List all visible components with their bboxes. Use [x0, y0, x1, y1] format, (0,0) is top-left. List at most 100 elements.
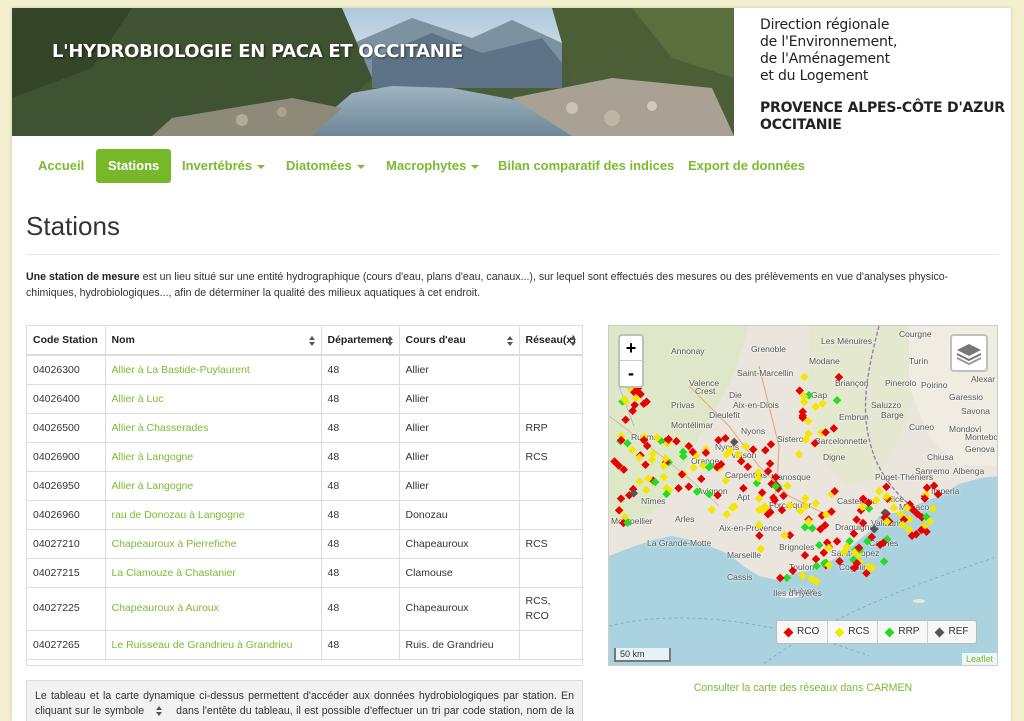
station-marker[interactable]	[777, 505, 787, 515]
station-marker[interactable]	[763, 467, 773, 476]
station-marker[interactable]	[729, 437, 739, 447]
header-code-station[interactable]: Code Station	[27, 326, 106, 356]
station-marker[interactable]	[922, 483, 932, 492]
legend-item-rrp[interactable]: RRP	[878, 621, 929, 643]
station-marker[interactable]	[869, 524, 879, 534]
station-marker[interactable]	[834, 372, 844, 382]
nav-bilan[interactable]: Bilan comparatif des indices	[498, 149, 674, 183]
station-link[interactable]: rau de Donozau à Langogne	[105, 500, 322, 530]
nav-export[interactable]: Export de données	[688, 149, 805, 183]
header-nom[interactable]: Nom	[105, 326, 322, 356]
station-marker[interactable]	[800, 551, 810, 560]
station-marker[interactable]	[616, 494, 626, 503]
station-marker[interactable]	[788, 566, 798, 575]
station-marker[interactable]	[871, 495, 881, 505]
station-marker[interactable]	[628, 445, 637, 455]
station-marker[interactable]	[801, 494, 810, 503]
zoom-out-button[interactable]: -	[620, 361, 642, 386]
station-marker[interactable]	[755, 531, 764, 540]
station-link[interactable]: Le Ruisseau de Grandrieu à Grandrieu	[105, 630, 322, 660]
station-link[interactable]: Allier à Luc	[105, 384, 322, 414]
station-marker[interactable]	[929, 481, 939, 491]
nav-accueil[interactable]: Accueil	[38, 149, 84, 183]
station-marker[interactable]	[722, 509, 731, 519]
station-marker[interactable]	[721, 476, 731, 485]
station-marker[interactable]	[832, 537, 842, 546]
station-marker[interactable]	[810, 439, 820, 448]
station-link[interactable]: Allier à La Bastide-Puylaurent	[105, 355, 322, 385]
station-marker[interactable]	[635, 477, 644, 486]
station-marker[interactable]	[783, 481, 792, 491]
station-marker[interactable]	[808, 523, 817, 533]
station-marker[interactable]	[882, 482, 891, 492]
station-marker[interactable]	[697, 474, 706, 484]
leaflet-attribution-link[interactable]: Leaflet	[961, 653, 997, 665]
station-marker[interactable]	[674, 483, 683, 493]
station-marker[interactable]	[835, 557, 844, 566]
station-marker[interactable]	[879, 557, 889, 566]
station-link[interactable]: Chapeauroux à Auroux	[105, 587, 322, 631]
stations-table-container[interactable]: Code Station Nom Département Cours d'eau…	[26, 325, 583, 666]
station-marker[interactable]	[614, 506, 624, 515]
station-marker[interactable]	[641, 485, 651, 495]
header-departement[interactable]: Département	[321, 326, 400, 356]
station-marker[interactable]	[766, 440, 776, 449]
station-marker[interactable]	[648, 449, 658, 459]
station-marker[interactable]	[714, 435, 723, 445]
legend-item-rcs[interactable]: RCS	[828, 621, 879, 643]
legend-item-rco[interactable]: RCO	[777, 621, 829, 643]
station-marker[interactable]	[775, 573, 785, 583]
station-marker[interactable]	[779, 491, 788, 501]
station-marker[interactable]	[849, 529, 859, 538]
station-marker[interactable]	[814, 540, 824, 550]
station-marker[interactable]	[785, 501, 795, 510]
station-marker[interactable]	[780, 530, 789, 540]
station-marker[interactable]	[889, 503, 899, 513]
station-link[interactable]: Allier à Langogne	[105, 471, 322, 501]
station-marker[interactable]	[874, 486, 884, 496]
station-marker[interactable]	[756, 544, 765, 554]
station-marker[interactable]	[761, 446, 770, 455]
header-cours-deau[interactable]: Cours d'eau	[399, 326, 520, 356]
zoom-in-button[interactable]: +	[620, 336, 642, 361]
station-marker[interactable]	[689, 463, 698, 472]
station-marker[interactable]	[621, 415, 630, 425]
layers-control-button[interactable]	[950, 334, 988, 372]
station-marker[interactable]	[641, 460, 650, 469]
carmen-map-link[interactable]: Consulter la carte des réseaux dans CARM…	[608, 682, 998, 694]
station-marker[interactable]	[771, 472, 781, 482]
header-reseaux[interactable]: Réseau(x)	[519, 326, 582, 356]
station-marker[interactable]	[748, 445, 758, 454]
station-marker[interactable]	[754, 520, 764, 530]
station-link[interactable]: La Clamouze à Chastanier	[105, 558, 322, 588]
station-marker[interactable]	[800, 372, 809, 382]
station-marker[interactable]	[765, 459, 775, 468]
station-marker[interactable]	[928, 504, 938, 513]
station-marker[interactable]	[713, 490, 722, 500]
station-marker[interactable]	[811, 554, 821, 564]
station-marker[interactable]	[832, 396, 842, 405]
station-marker[interactable]	[799, 397, 809, 407]
station-marker[interactable]	[704, 490, 714, 499]
station-marker[interactable]	[659, 472, 668, 482]
station-marker[interactable]	[743, 462, 753, 471]
legend-item-ref[interactable]: REF	[928, 621, 976, 643]
station-marker[interactable]	[829, 424, 839, 433]
nav-macrophytes[interactable]: Macrophytes	[386, 149, 480, 183]
station-marker[interactable]	[798, 571, 807, 581]
station-marker[interactable]	[692, 487, 702, 496]
station-link[interactable]: Chapeauroux à Pierrefiche	[105, 529, 322, 559]
station-link[interactable]: Allier à Chasserades	[105, 413, 322, 443]
station-marker[interactable]	[933, 489, 943, 499]
station-marker[interactable]	[812, 561, 821, 571]
nav-invertebres[interactable]: Invertébrés	[182, 149, 266, 183]
station-marker[interactable]	[794, 450, 804, 459]
station-link[interactable]: Allier à Langogne	[105, 442, 322, 472]
station-marker[interactable]	[684, 482, 694, 491]
station-marker[interactable]	[811, 498, 821, 508]
station-marker[interactable]	[739, 483, 748, 493]
station-marker[interactable]	[672, 436, 681, 446]
station-marker[interactable]	[707, 505, 716, 514]
nav-stations[interactable]: Stations	[96, 149, 172, 183]
stations-map[interactable]: Courgne Grenoble Annonay Les Ménuires Mo…	[608, 325, 998, 666]
